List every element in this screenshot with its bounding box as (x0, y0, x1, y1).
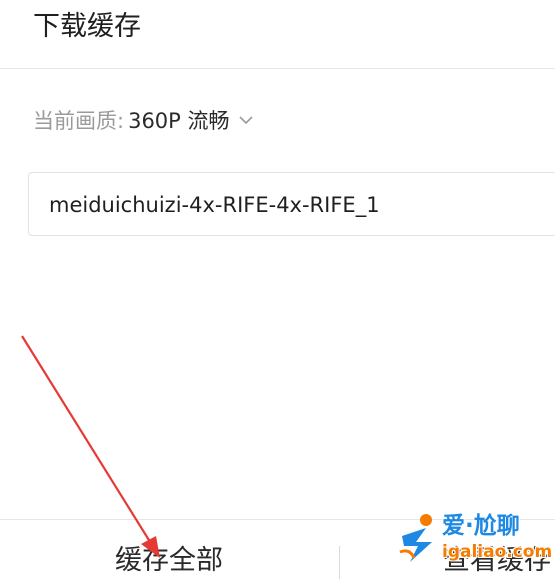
quality-value: 360P 流畅 (128, 109, 230, 133)
view-cache-button[interactable]: 查看缓存 (443, 542, 551, 580)
episode-label: meiduichuizi-4x-RIFE-4x-RIFE_1 (49, 193, 380, 217)
chevron-down-icon (238, 112, 254, 128)
cache-all-button[interactable]: 缓存全部 (115, 542, 223, 580)
quality-selector[interactable]: 当前画质: 360P 流畅 (33, 103, 254, 137)
bottom-bar-divider (339, 546, 340, 579)
page-title: 下载缓存 (33, 11, 141, 42)
episode-item[interactable]: meiduichuizi-4x-RIFE-4x-RIFE_1 (28, 172, 555, 236)
quality-label: 当前画质: (33, 109, 125, 133)
annotation-arrow (21, 335, 160, 558)
app-header: 下载缓存 (0, 0, 555, 69)
